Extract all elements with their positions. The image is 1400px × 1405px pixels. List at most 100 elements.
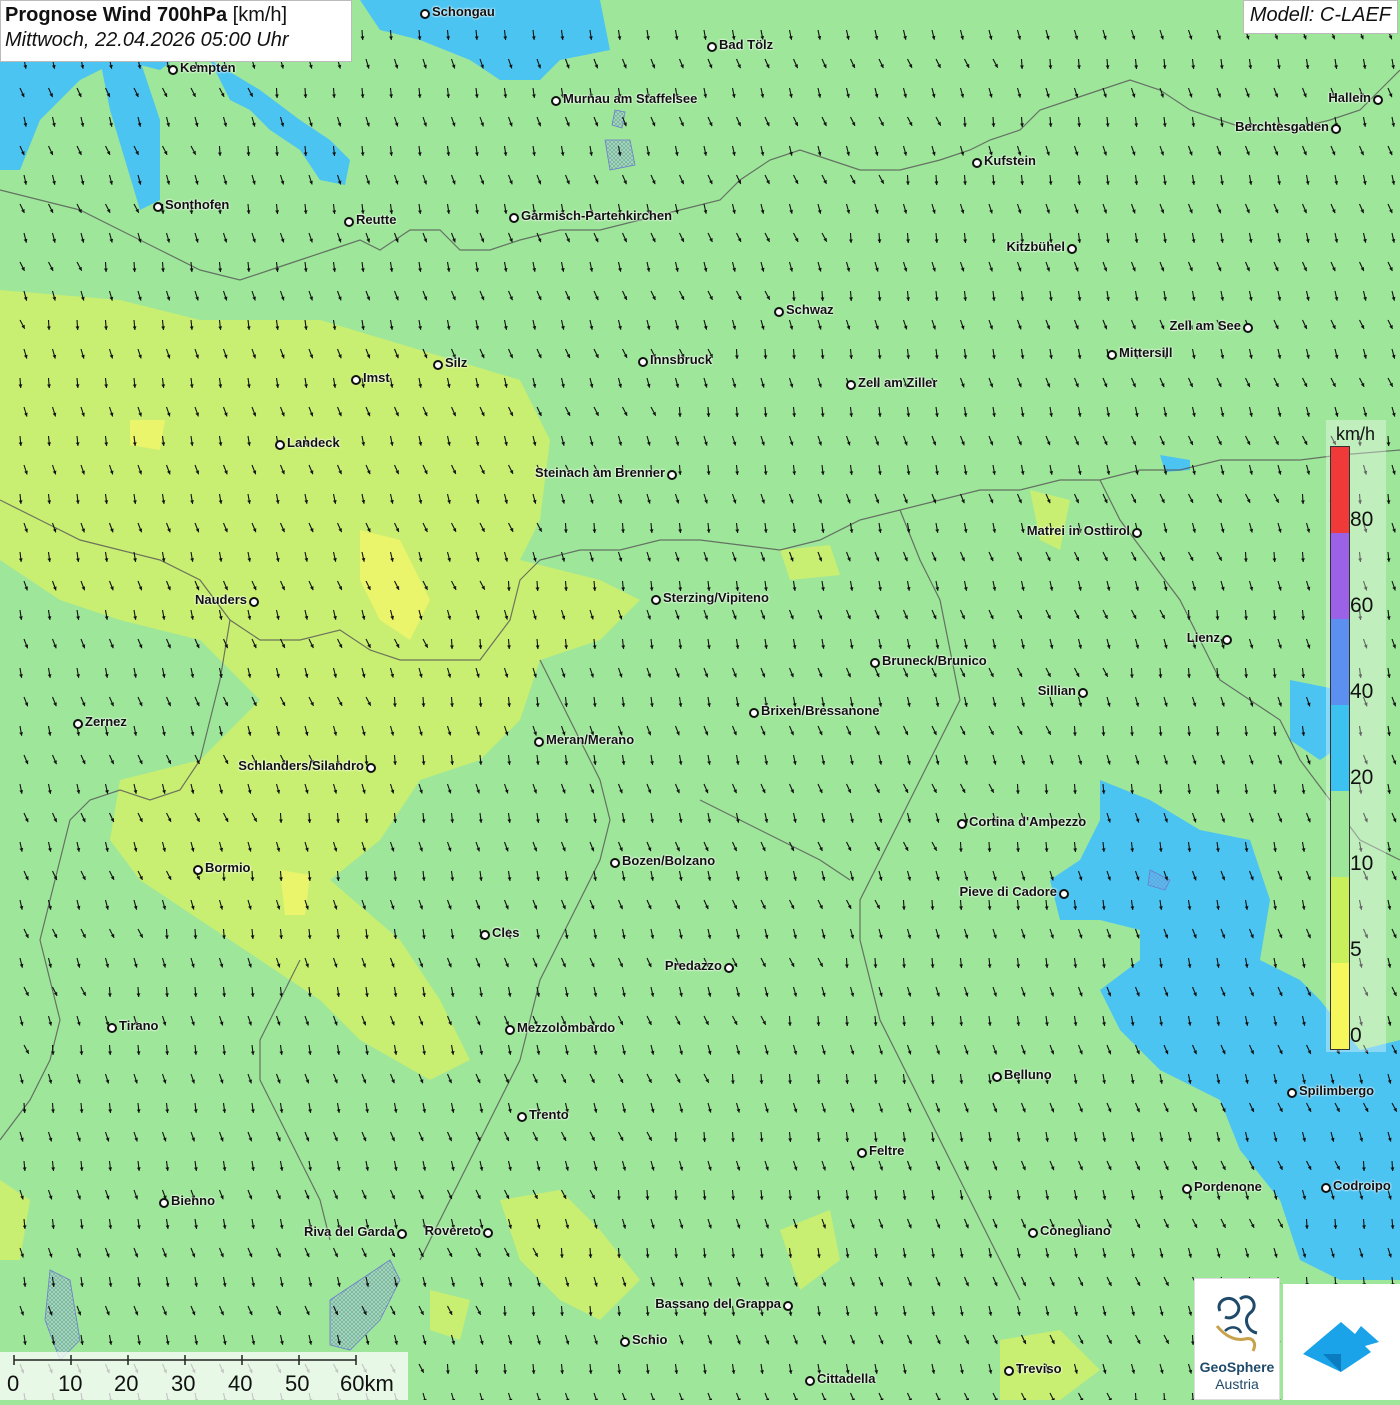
city-marker[interactable] [159,1198,169,1208]
title-bold: Prognose Wind 700hPa [5,4,228,26]
scale-label: 20 [114,1371,139,1396]
austria-logo-text: Austria [1215,1376,1259,1392]
city-label: Sonthofen [165,197,230,212]
city-marker[interactable] [957,819,967,829]
city-label: Meran/Merano [546,732,635,747]
city-marker[interactable] [620,1337,630,1347]
city-marker[interactable] [344,217,354,227]
city-label: Reutte [356,212,397,227]
title-unit: [km/h] [232,4,288,26]
city-label: Pieve di Cadore [959,884,1057,899]
city-label: Bassano del Grappa [655,1296,781,1311]
city-marker[interactable] [651,595,661,605]
city-marker[interactable] [433,360,443,370]
city-label: Kitzbühel [1006,239,1066,254]
city-label: Matrei in Osttirol [1026,523,1130,538]
city-marker[interactable] [857,1148,867,1158]
legend-tick-label: 0 [1350,1024,1362,1047]
city-marker[interactable] [1243,323,1253,333]
city-marker[interactable] [972,158,982,168]
city-marker[interactable] [638,357,648,367]
city-marker[interactable] [505,1025,515,1035]
city-marker[interactable] [749,708,759,718]
city-label: Spilimbergo [1299,1083,1375,1098]
city-marker[interactable] [249,597,259,607]
city-marker[interactable] [1287,1088,1297,1098]
city-label: Lienz [1186,630,1220,645]
city-label: Mittersill [1119,345,1173,360]
city-marker[interactable] [1107,350,1117,360]
weather-app-logo[interactable] [1283,1284,1400,1400]
scale-label: 10 [58,1371,83,1396]
city-marker[interactable] [783,1301,793,1311]
scale-label: 40 [228,1371,253,1396]
legend-tick-label: 80 [1350,508,1374,531]
city-marker[interactable] [480,930,490,940]
city-marker[interactable] [774,307,784,317]
city-marker[interactable] [551,96,561,106]
city-label: Sillian [1037,683,1076,698]
city-marker[interactable] [870,658,880,668]
city-marker[interactable] [1222,635,1232,645]
city-marker[interactable] [517,1112,527,1122]
city-marker[interactable] [610,858,620,868]
legend-swatch [1331,877,1349,963]
city-label: Murnau am Staffelsee [563,91,698,106]
city-marker[interactable] [275,440,285,450]
city-marker[interactable] [534,737,544,747]
city-marker[interactable] [1004,1366,1014,1376]
city-label: Zernez [85,714,127,729]
city-marker[interactable] [846,380,856,390]
city-marker[interactable] [193,865,203,875]
city-marker[interactable] [1028,1228,1038,1238]
city-marker[interactable] [483,1228,493,1238]
city-marker[interactable] [73,719,83,729]
city-label: Schio [632,1332,668,1347]
forecast-datetime: Mittwoch, 22.04.2026 05:00 Uhr [5,29,289,51]
city-label: Bormio [205,860,251,875]
legend-tick-label: 40 [1350,680,1374,703]
city-label: Treviso [1016,1361,1062,1376]
legend-swatch [1331,791,1349,877]
city-marker[interactable] [509,213,519,223]
scale-label: 30 [171,1371,196,1396]
city-marker[interactable] [1321,1183,1331,1193]
city-marker[interactable] [707,42,717,52]
city-label: Mezzolombardo [517,1020,616,1035]
city-marker[interactable] [1132,528,1142,538]
city-label: Kufstein [984,153,1036,168]
city-label: Bienno [171,1193,216,1208]
city-label: Cittadella [817,1371,876,1386]
city-marker[interactable] [168,65,178,75]
map-title: Prognose Wind 700hPa [km/h] [5,4,347,27]
scale-label: 0 [7,1371,20,1396]
city-label: Conegliano [1040,1223,1111,1238]
city-marker[interactable] [667,470,677,480]
legend-swatch [1331,619,1349,705]
city-marker[interactable] [1373,95,1383,105]
city-label: Zell am Ziller [858,375,938,390]
geosphere-icon [1215,1295,1258,1352]
city-marker[interactable] [351,375,361,385]
city-marker[interactable] [992,1072,1002,1082]
city-marker[interactable] [153,202,163,212]
city-label: Predazzo [664,958,722,973]
city-marker[interactable] [1067,244,1077,254]
city-label: Feltre [869,1143,905,1158]
city-label: Garmisch-Partenkirchen [521,208,673,223]
city-label: Nauders [194,592,247,607]
city-marker[interactable] [1059,889,1069,899]
city-marker[interactable] [420,9,430,19]
city-label: Schongau [432,4,495,19]
city-marker[interactable] [1182,1184,1192,1194]
geosphere-logo[interactable]: GeoSphere Austria [1194,1278,1280,1400]
legend-tick-label: 60 [1350,594,1374,617]
city-marker[interactable] [397,1229,407,1239]
city-marker[interactable] [724,963,734,973]
city-marker[interactable] [1331,124,1341,134]
city-marker[interactable] [1078,688,1088,698]
city-marker[interactable] [107,1023,117,1033]
city-marker[interactable] [805,1376,815,1386]
city-marker[interactable] [366,763,376,773]
city-label: Schwaz [786,302,834,317]
